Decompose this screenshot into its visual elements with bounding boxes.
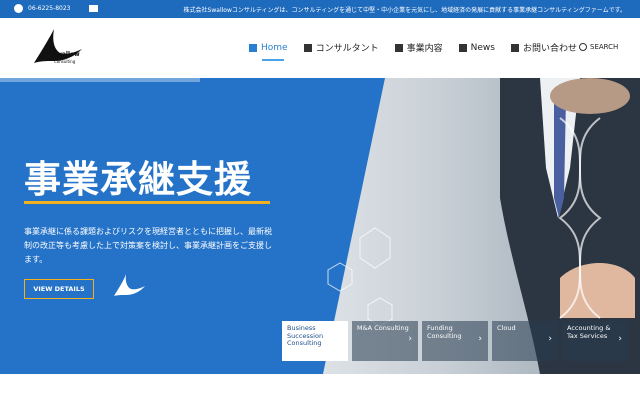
nav-active-indicator (262, 59, 284, 61)
nav-label: お問い合わせ (522, 44, 577, 54)
card-cloud[interactable]: Cloud › (492, 321, 558, 361)
main-nav: Home コンサルタント 事業内容 News お問い合わせ (249, 41, 593, 54)
newspaper-icon (458, 43, 467, 52)
card-label: Accounting & Tax Services (567, 324, 611, 340)
hero-description: 事業承継に係る課題およびリスクを現経営者とともに把握し、最新税制の改正等も考慮し… (24, 227, 272, 264)
nav-label: 事業内容 (406, 44, 443, 54)
nav-item-home[interactable]: Home (249, 41, 288, 54)
card-ma-consulting[interactable]: M&A Consulting › (352, 321, 418, 361)
hero-title: 事業承継支援 (24, 158, 252, 201)
nav-label: News (470, 42, 495, 53)
hero-slider: 事業承継支援 事業承継に係る課題およびリスクを現経営者とともに把握し、最新税制の… (0, 78, 640, 374)
nav-item-consultant[interactable]: コンサルタント (303, 41, 379, 54)
card-funding-consulting[interactable]: Funding Consulting › (422, 321, 488, 361)
search-icon (579, 43, 587, 51)
card-business-succession[interactable]: Business Succession Consulting (282, 321, 348, 361)
site-header: Swallow Consulting Home コンサルタント 事業内容 New… (0, 18, 640, 78)
card-accounting-tax[interactable]: Accounting & Tax Services › (562, 321, 628, 361)
chevron-right-icon: › (478, 334, 482, 344)
chevron-right-icon: › (618, 334, 622, 344)
chevron-right-icon: › (548, 334, 552, 344)
person-card-icon (303, 43, 312, 52)
chevron-right-icon: › (408, 334, 412, 344)
briefcase-icon (394, 43, 403, 52)
nav-item-news[interactable]: News (458, 41, 495, 54)
top-info-bar: 06-6225-8023 株式会社Swallowコンサルティングは、コンサルティ… (0, 0, 640, 18)
nav-label: コンサルタント (315, 44, 379, 54)
card-label: Cloud (497, 324, 516, 332)
phone-number[interactable]: 06-6225-8023 (28, 5, 71, 12)
mail-icon[interactable] (89, 5, 98, 12)
logo-subtitle: Consulting (54, 59, 76, 64)
hero-title-underline (24, 201, 270, 204)
nav-item-contact[interactable]: お問い合わせ (510, 41, 577, 54)
service-cards: Business Succession Consulting M&A Consu… (282, 321, 632, 361)
phone-icon (14, 4, 23, 13)
logo-name: Swallow (52, 51, 80, 58)
search-label: SEARCH (590, 43, 619, 51)
company-tagline: 株式会社Swallowコンサルティングは、コンサルティングを通じて中堅・中小企業… (183, 7, 626, 14)
nav-label: Home (261, 42, 288, 53)
card-label: Business Succession Consulting (287, 324, 324, 347)
home-icon (249, 43, 257, 52)
card-label: M&A Consulting (357, 324, 409, 332)
search-button[interactable]: SEARCH (579, 43, 618, 51)
card-label: Funding Consulting (427, 324, 462, 340)
view-details-button[interactable]: VIEW DETAILS (24, 279, 94, 299)
nav-item-services[interactable]: 事業内容 (394, 41, 443, 54)
content-section (0, 374, 640, 400)
phone-icon (510, 43, 519, 52)
swallow-icon (114, 274, 145, 296)
